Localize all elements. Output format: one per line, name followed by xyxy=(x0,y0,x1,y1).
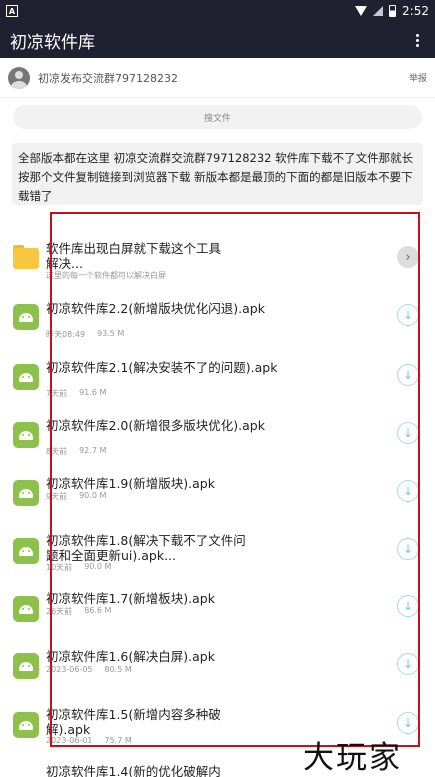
item-name: 软件库出现白屏就下载这个工具解决... xyxy=(46,241,222,271)
item-name: 初凉软件库2.0(新增很多版块优化).apk xyxy=(46,418,265,433)
android-apk-icon xyxy=(13,538,39,564)
list-item-apk[interactable]: 初凉软件库1.6(解决白屏).apk 2023-06-05 80.5 M ↓ xyxy=(0,635,435,693)
notice-text: 全部版本都在这里 初凉交流群交流群797128232 软件库下载不了文件那就长按… xyxy=(12,143,423,205)
item-name: 初凉软件库1.8(解决下载不了文件问题和全面更新ui).apk... xyxy=(46,533,246,563)
app-toolbar: 初凉软件库 xyxy=(0,22,435,58)
report-button[interactable]: 举报 xyxy=(409,71,427,84)
signal-icon xyxy=(373,6,384,16)
group-row[interactable]: 初凉发布交流群797128232 举报 xyxy=(0,58,435,98)
more-options-icon[interactable] xyxy=(410,30,425,51)
folder-icon xyxy=(13,245,39,269)
item-size: 80.5 M xyxy=(104,665,132,674)
download-icon[interactable]: ↓ xyxy=(397,595,419,617)
item-size: 92.7 M xyxy=(79,446,107,455)
battery-icon xyxy=(389,5,397,17)
list-item-apk[interactable]: 初凉软件库2.2(新增版块优化闪退).apk 昨天08:49 93.5 M ↓ xyxy=(0,286,435,344)
android-apk-icon xyxy=(13,304,39,330)
item-date: 8天前 xyxy=(46,447,68,456)
android-apk-icon xyxy=(13,712,39,738)
item-date: 2023-06-05 xyxy=(46,665,93,674)
android-apk-icon xyxy=(13,422,39,448)
download-icon[interactable]: ↓ xyxy=(397,304,419,326)
item-size: 91.6 M xyxy=(79,388,107,397)
item-size: 93.5 M xyxy=(97,329,125,338)
download-icon[interactable]: ↓ xyxy=(397,653,419,675)
item-size: 90.0 M xyxy=(84,562,112,571)
item-date: 7天前 xyxy=(46,389,68,398)
list-item-apk[interactable]: 初凉软件库1.8(解决下载不了文件问题和全面更新ui).apk... 10天前 9… xyxy=(0,519,435,577)
android-apk-icon xyxy=(13,364,39,390)
avatar[interactable] xyxy=(8,66,30,89)
chevron-right-icon[interactable]: › xyxy=(397,246,419,268)
item-name: 初凉软件库1.7(新增板块).apk xyxy=(46,591,215,606)
list-item-apk[interactable]: 初凉软件库1.9(新增版块).apk 9天前 90.0 M ↓ xyxy=(0,461,435,519)
item-size: 75.7 M xyxy=(104,736,132,745)
download-icon[interactable]: ↓ xyxy=(397,422,419,444)
item-name: 初凉软件库1.5(新增内容多种破解).apk xyxy=(46,707,221,737)
clock: 2:52 xyxy=(402,4,429,18)
status-bar: A 2:52 xyxy=(0,0,435,22)
item-date: 26天前 xyxy=(46,607,73,616)
list-item-apk[interactable]: 初凉软件库2.1(解决安装不了的问题).apk 7天前 91.6 M ↓ xyxy=(0,345,435,403)
android-apk-icon xyxy=(13,596,39,622)
item-name: 初凉软件库1.6(解决白屏).apk xyxy=(46,649,215,664)
list-item-apk[interactable]: 初凉软件库1.7(新增板块).apk 26天前 86.6 M ↓ xyxy=(0,577,435,635)
item-name: 初凉软件库2.2(新增版块优化闪退).apk xyxy=(46,301,265,316)
app-title: 初凉软件库 xyxy=(10,32,95,53)
android-apk-icon xyxy=(13,653,39,679)
notification-a-icon: A xyxy=(6,5,18,17)
watermark: 大玩家 xyxy=(303,740,402,776)
list-item-folder[interactable]: 软件库出现白屏就下载这个工具解决... 这里的每一个软件都可以解决白屏 › xyxy=(0,228,435,286)
item-name: 初凉软件库2.1(解决安装不了的问题).apk xyxy=(46,360,278,375)
item-subtitle: 这里的每一个软件都可以解决白屏 xyxy=(46,271,166,280)
list-item-apk[interactable]: 初凉软件库2.0(新增很多版块优化).apk 8天前 92.7 M ↓ xyxy=(0,403,435,461)
download-icon[interactable]: ↓ xyxy=(397,712,419,734)
item-date: 2023-06-01 xyxy=(46,736,93,745)
item-date: 昨天08:49 xyxy=(46,330,86,339)
item-date: 10天前 xyxy=(46,563,73,572)
item-name: 初凉软件库1.9(新增版块).apk xyxy=(46,476,215,491)
group-text: 初凉发布交流群797128232 xyxy=(38,71,178,85)
download-icon[interactable]: ↓ xyxy=(397,480,419,502)
download-icon[interactable]: ↓ xyxy=(397,538,419,560)
item-date: 9天前 xyxy=(46,492,68,501)
download-icon[interactable]: ↓ xyxy=(397,364,419,386)
search-input[interactable]: 搜文件 xyxy=(13,105,422,129)
item-size: 86.6 M xyxy=(84,606,112,615)
wifi-icon xyxy=(355,6,368,16)
android-apk-icon xyxy=(13,480,39,506)
item-size: 90.0 M xyxy=(79,491,107,500)
